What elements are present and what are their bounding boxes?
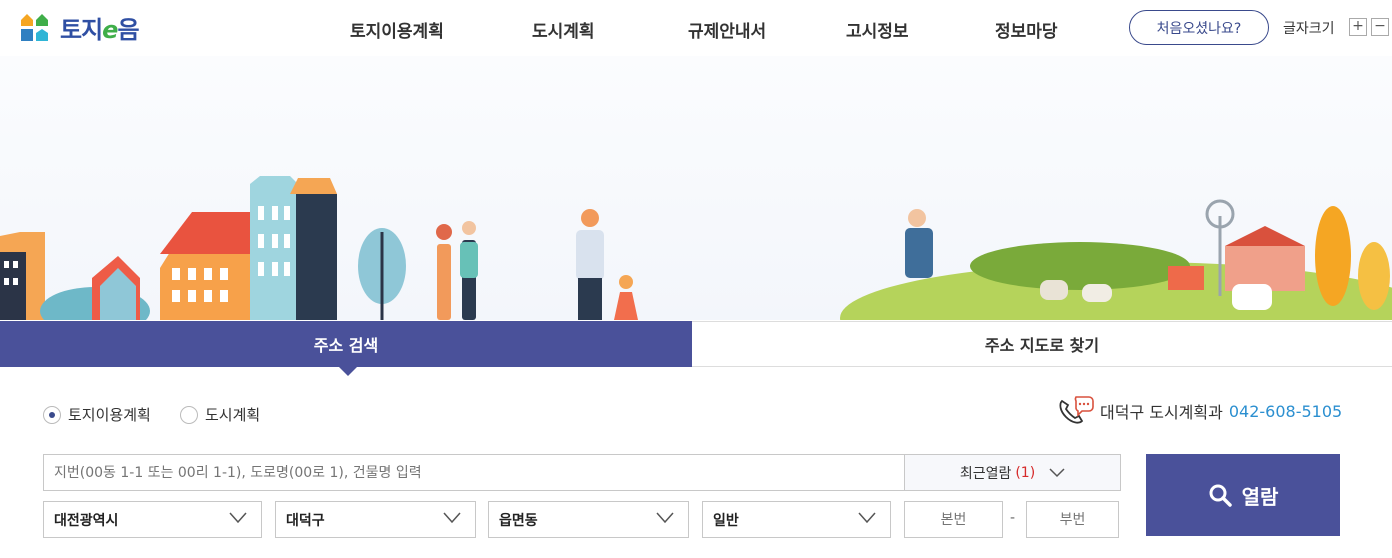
land-type-select-value: 일반 bbox=[713, 512, 739, 529]
nav-city-plan[interactable]: 도시계획 bbox=[532, 17, 595, 42]
town-select[interactable]: 읍면동 bbox=[488, 501, 689, 538]
address-search-input[interactable] bbox=[43, 454, 905, 491]
chevron-down-icon bbox=[656, 512, 674, 524]
recent-views-count: (1) bbox=[1015, 464, 1036, 481]
main-number-input[interactable] bbox=[904, 501, 1003, 538]
tab-map-search[interactable]: 주소 지도로 찾기 bbox=[692, 321, 1392, 367]
font-decrease-button[interactable]: − bbox=[1371, 18, 1389, 36]
radio-land-use-plan[interactable]: 토지이용계획 bbox=[43, 404, 151, 425]
search-icon bbox=[1209, 484, 1232, 507]
city-select[interactable]: 대전광역시 bbox=[43, 501, 262, 538]
header: 토지e음 토지이용계획 도시계획 규제안내서 고시정보 정보마당 처음오셨나요?… bbox=[0, 0, 1392, 56]
font-size-label: 글자크기 bbox=[1283, 21, 1335, 37]
phone-chat-icon bbox=[1059, 396, 1094, 424]
logo[interactable]: 토지e음 bbox=[20, 10, 160, 44]
number-separator: - bbox=[1010, 510, 1016, 526]
contact-phone[interactable]: 042-608-5105 bbox=[1229, 402, 1342, 421]
radio-city-plan-label: 도시계획 bbox=[205, 406, 261, 424]
chevron-down-icon bbox=[229, 512, 247, 524]
view-button-label: 열람 bbox=[1241, 484, 1279, 509]
chevron-down-icon bbox=[443, 512, 461, 524]
chevron-down-icon bbox=[1049, 467, 1065, 477]
town-select-value: 읍면동 bbox=[499, 512, 538, 529]
recent-views-label: 최근열람 bbox=[959, 465, 1012, 482]
hero-illustration bbox=[0, 56, 1392, 320]
recent-views-dropdown[interactable]: 최근열람 (1) bbox=[904, 454, 1121, 491]
radio-city-plan[interactable]: 도시계획 bbox=[180, 404, 260, 425]
nav-regulation-guide[interactable]: 규제안내서 bbox=[688, 17, 766, 42]
logo-text: 토지e음 bbox=[60, 15, 140, 44]
district-select-value: 대덕구 bbox=[286, 512, 325, 529]
district-select[interactable]: 대덕구 bbox=[275, 501, 476, 538]
land-type-select[interactable]: 일반 bbox=[702, 501, 891, 538]
logo-houses-icon bbox=[21, 14, 48, 41]
nav-notice-info[interactable]: 고시정보 bbox=[846, 17, 909, 42]
nav-info-square[interactable]: 정보마당 bbox=[995, 17, 1058, 42]
tab-address-search[interactable]: 주소 검색 bbox=[0, 321, 692, 376]
chevron-down-icon bbox=[858, 512, 876, 524]
city-select-value: 대전광역시 bbox=[54, 512, 119, 529]
first-visit-button[interactable]: 처음오셨나요? bbox=[1129, 10, 1269, 45]
sub-number-input[interactable] bbox=[1026, 501, 1119, 538]
font-increase-button[interactable]: + bbox=[1349, 18, 1367, 36]
contact-info: 대덕구 도시계획과 042-608-5105 bbox=[1056, 395, 1342, 427]
radio-land-use-plan-label: 토지이용계획 bbox=[68, 406, 151, 424]
nav-land-use-plan[interactable]: 토지이용계획 bbox=[350, 17, 444, 42]
town-and-farm-illustration bbox=[0, 176, 1392, 320]
contact-department: 대덕구 도시계획과 bbox=[1100, 403, 1223, 422]
search-tabs: 주소 검색 주소 지도로 찾기 bbox=[0, 321, 1392, 376]
radio-unchecked-icon bbox=[180, 405, 198, 424]
radio-checked-icon bbox=[43, 405, 61, 424]
view-button[interactable]: 열람 bbox=[1146, 454, 1340, 536]
